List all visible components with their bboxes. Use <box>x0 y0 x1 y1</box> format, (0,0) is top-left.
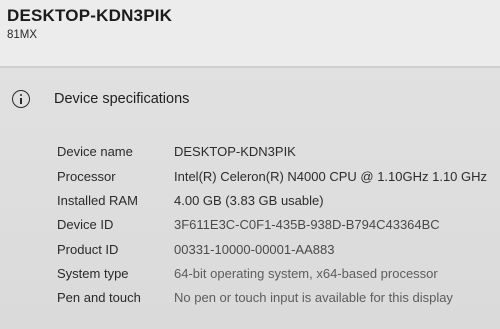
device-specifications-header[interactable]: Device specifications <box>0 81 500 121</box>
spec-row-product-id: Product ID 00331-10000-00001-AA883 <box>0 242 500 266</box>
spec-label: Pen and touch <box>57 290 141 305</box>
device-model: 81MX <box>7 29 38 41</box>
spec-label: Device ID <box>57 217 114 232</box>
spec-value: 64-bit operating system, x64-based proce… <box>174 266 438 281</box>
spec-label: Product ID <box>57 242 119 257</box>
info-icon <box>12 90 30 108</box>
spec-label: Installed RAM <box>57 193 138 208</box>
spec-row-installed-ram: Installed RAM 4.00 GB (3.83 GB usable) <box>0 193 500 217</box>
spec-row-pen-and-touch: Pen and touch No pen or touch input is a… <box>0 290 500 314</box>
spec-row-system-type: System type 64-bit operating system, x64… <box>0 266 500 290</box>
about-window: DESKTOP-KDN3PIK 81MX Device specificatio… <box>0 0 500 329</box>
spec-label: System type <box>57 266 129 281</box>
spec-value: 3F611E3C-C0F1-435B-938D-B794C43364BC <box>174 217 440 232</box>
spec-label: Device name <box>57 144 133 159</box>
spec-value: 00331-10000-00001-AA883 <box>174 242 335 257</box>
spec-value: DESKTOP-KDN3PIK <box>174 144 296 159</box>
section-title: Device specifications <box>54 91 190 107</box>
spec-row-device-name: Device name DESKTOP-KDN3PIK <box>0 144 500 168</box>
spec-row-processor: Processor Intel(R) Celeron(R) N4000 CPU … <box>0 169 500 193</box>
spec-label: Processor <box>57 169 116 184</box>
device-name-title: DESKTOP-KDN3PIK <box>7 6 173 25</box>
spec-value: 4.00 GB (3.83 GB usable) <box>174 193 324 208</box>
spec-value: No pen or touch input is available for t… <box>174 290 453 305</box>
device-header: DESKTOP-KDN3PIK 81MX <box>0 0 500 66</box>
spec-value: Intel(R) Celeron(R) N4000 CPU @ 1.10GHz … <box>174 169 488 184</box>
spec-row-device-id: Device ID 3F611E3C-C0F1-435B-938D-B794C4… <box>0 217 500 241</box>
